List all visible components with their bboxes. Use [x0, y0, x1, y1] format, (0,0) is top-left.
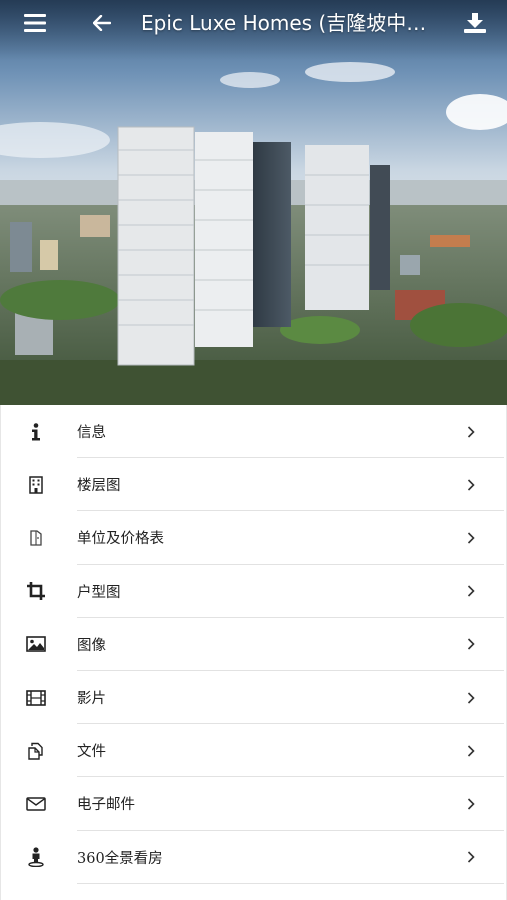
- download-icon[interactable]: [455, 0, 495, 46]
- arrow-left-icon[interactable]: [86, 0, 118, 46]
- film-icon: [23, 685, 49, 711]
- menu-item-floor-plan[interactable]: 楼层图: [1, 458, 506, 512]
- menu-item-360-view[interactable]: 360全景看房: [1, 831, 506, 884]
- page-title: Epic Luxe Homes (吉隆坡中环 Kuala Lumpur): [141, 11, 441, 35]
- chevron-right-icon: [463, 583, 479, 599]
- menu-item-layout[interactable]: 户型图: [1, 565, 506, 618]
- app-header: Epic Luxe Homes (吉隆坡中环 Kuala Lumpur): [0, 0, 507, 46]
- documents-icon: [23, 738, 49, 764]
- menu-item-label: 楼层图: [77, 478, 121, 495]
- menu-item-info[interactable]: 信息: [1, 405, 506, 459]
- menu-item-label: 信息: [77, 425, 106, 442]
- menu-item-label: 文件: [77, 744, 106, 761]
- menu-item-images[interactable]: 图像: [1, 618, 506, 671]
- menu-item-label: 单位及价格表: [77, 531, 164, 548]
- chevron-right-icon: [463, 477, 479, 493]
- unit-price-icon: [23, 525, 49, 551]
- building-icon: [23, 472, 49, 498]
- chevron-right-icon: [463, 636, 479, 652]
- menu-item-video[interactable]: 影片: [1, 671, 506, 725]
- chevron-right-icon: [463, 690, 479, 706]
- chevron-right-icon: [463, 743, 479, 759]
- detail-menu-list: 信息 楼层图 单位及价格表 户型图 图像 影片 文件 电子邮件 360全景看房: [0, 405, 507, 900]
- menu-item-documents[interactable]: 文件: [1, 724, 506, 778]
- hamburger-menu-icon[interactable]: [14, 0, 56, 46]
- chevron-right-icon: [463, 424, 479, 440]
- chevron-right-icon: [463, 849, 479, 865]
- hero-image: [0, 0, 507, 405]
- menu-item-label: 电子邮件: [77, 797, 135, 814]
- mail-icon: [23, 791, 49, 817]
- chevron-right-icon: [463, 796, 479, 812]
- menu-item-email[interactable]: 电子邮件: [1, 777, 506, 831]
- street-view-icon: [23, 844, 49, 870]
- menu-item-label: 360全景看房: [77, 850, 163, 867]
- crop-icon: [23, 578, 49, 604]
- image-icon: [23, 631, 49, 657]
- menu-item-label: 影片: [77, 691, 106, 708]
- menu-item-unit-price[interactable]: 单位及价格表: [1, 511, 506, 565]
- divider: [77, 882, 504, 884]
- menu-item-label: 图像: [77, 637, 106, 654]
- info-icon: [23, 419, 49, 445]
- chevron-right-icon: [463, 530, 479, 546]
- menu-item-label: 户型图: [77, 584, 121, 601]
